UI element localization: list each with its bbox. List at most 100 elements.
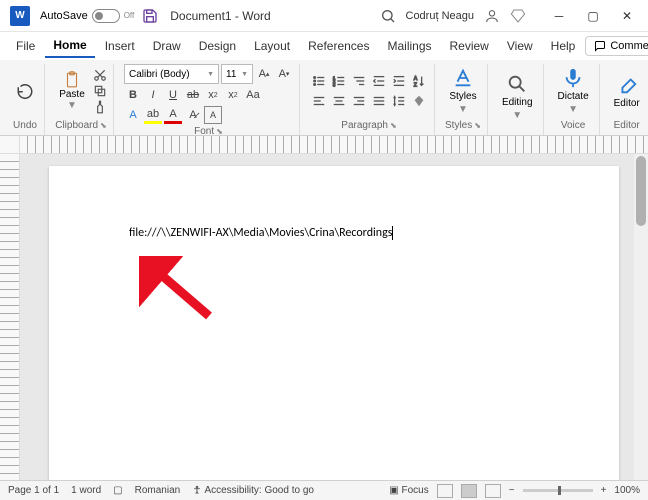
document-body-text[interactable]: file:///\\ZENWIFI-AX\Media\Movies\Crina\… <box>129 226 392 240</box>
chevron-down-icon: ▼ <box>568 104 578 115</box>
word-count[interactable]: 1 word <box>71 485 101 496</box>
scrollbar-thumb[interactable] <box>636 156 646 226</box>
status-bar: Page 1 of 1 1 word ▢ Romanian Accessibil… <box>0 480 648 500</box>
strikethrough-button[interactable]: ab <box>184 86 202 104</box>
font-size-select[interactable]: 11▼ <box>221 64 253 84</box>
decrease-indent-button[interactable] <box>370 72 388 90</box>
page-info[interactable]: Page 1 of 1 <box>8 485 59 496</box>
ribbon-group-editor: Editor Editor <box>604 64 648 135</box>
decrease-font-icon[interactable]: A▾ <box>275 65 293 83</box>
undo-button[interactable] <box>12 80 38 102</box>
align-left-button[interactable] <box>310 92 328 110</box>
text-effects-button[interactable]: A <box>124 106 142 124</box>
superscript-button[interactable]: x2 <box>224 86 242 104</box>
format-painter-icon[interactable] <box>93 100 107 114</box>
paste-button[interactable]: Paste ▼ <box>55 70 89 112</box>
language-status[interactable]: Romanian <box>135 485 181 496</box>
change-case-button[interactable]: Aa <box>244 86 262 104</box>
increase-font-icon[interactable]: A▴ <box>255 65 273 83</box>
autosave-toggle[interactable]: AutoSave Off <box>40 9 134 23</box>
svg-text:Z: Z <box>414 82 418 88</box>
print-layout-button[interactable] <box>461 484 477 498</box>
tab-help[interactable]: Help <box>543 35 584 57</box>
styles-icon <box>452 67 474 89</box>
search-icon[interactable] <box>380 8 396 24</box>
tab-home[interactable]: Home <box>45 34 94 58</box>
character-border-button[interactable]: A <box>204 106 222 124</box>
ribbon-group-undo: Undo <box>6 64 45 135</box>
vertical-ruler[interactable] <box>0 154 20 480</box>
minimize-button[interactable]: ─ <box>542 0 576 32</box>
chevron-down-icon: ▼ <box>512 110 522 121</box>
align-right-button[interactable] <box>350 92 368 110</box>
editing-button[interactable]: Editing ▼ <box>498 71 537 123</box>
underline-button[interactable]: U <box>164 86 182 104</box>
shading-button[interactable] <box>410 92 428 110</box>
close-button[interactable]: ✕ <box>610 0 644 32</box>
multilevel-list-button[interactable] <box>350 72 368 90</box>
numbering-button[interactable]: 123 <box>330 72 348 90</box>
tab-layout[interactable]: Layout <box>246 35 298 57</box>
tab-file[interactable]: File <box>8 35 43 57</box>
tab-draw[interactable]: Draw <box>145 35 189 57</box>
tab-insert[interactable]: Insert <box>97 35 143 57</box>
zoom-in-button[interactable]: + <box>601 485 607 496</box>
user-name[interactable]: Codruț Neagu <box>406 10 475 22</box>
tab-mailings[interactable]: Mailings <box>379 35 439 57</box>
justify-button[interactable] <box>370 92 388 110</box>
text-cursor <box>392 226 393 240</box>
highlight-button[interactable]: ab <box>144 106 162 124</box>
ribbon-group-voice: Dictate ▼ Voice <box>548 64 600 135</box>
zoom-level[interactable]: 100% <box>614 485 640 496</box>
font-name-select[interactable]: Calibri (Body)▼ <box>124 64 219 84</box>
spellcheck-icon[interactable]: ▢ <box>113 485 122 496</box>
document-title: Document1 - Word <box>170 9 270 23</box>
focus-mode-button[interactable]: ▣ Focus <box>389 485 428 496</box>
sort-button[interactable]: AZ <box>410 72 428 90</box>
chevron-down-icon: ▼ <box>241 71 248 78</box>
bullets-button[interactable] <box>310 72 328 90</box>
title-bar: W AutoSave Off Document1 - Word Codruț N… <box>0 0 648 32</box>
read-mode-button[interactable] <box>437 484 453 498</box>
dictate-label: Dictate <box>558 91 589 102</box>
cut-icon[interactable] <box>93 68 107 82</box>
bold-button[interactable]: B <box>124 86 142 104</box>
dictate-button[interactable]: Dictate ▼ <box>554 65 593 117</box>
line-spacing-button[interactable] <box>390 92 408 110</box>
dialog-launcher-icon[interactable]: ⬊ <box>100 121 107 130</box>
page-area[interactable]: file:///\\ZENWIFI-AX\Media\Movies\Crina\… <box>20 154 648 480</box>
ribbon: Undo Paste ▼ Clipboard⬊ Calibri (Body)▼ … <box>0 60 648 136</box>
horizontal-ruler[interactable] <box>0 136 648 154</box>
user-avatar-icon[interactable] <box>484 8 500 24</box>
comments-button[interactable]: Comments ▼ <box>585 36 648 56</box>
document-page[interactable]: file:///\\ZENWIFI-AX\Media\Movies\Crina\… <box>49 166 619 480</box>
maximize-button[interactable]: ▢ <box>576 0 610 32</box>
dialog-launcher-icon[interactable]: ⬊ <box>390 121 397 130</box>
styles-label: Styles <box>449 91 476 102</box>
styles-button[interactable]: Styles ▼ <box>445 65 480 117</box>
dialog-launcher-icon[interactable]: ⬊ <box>474 121 481 130</box>
align-center-button[interactable] <box>330 92 348 110</box>
ribbon-group-styles: Styles ▼ Styles ⬊ <box>439 64 488 135</box>
editor-button[interactable]: Editor <box>610 72 644 111</box>
dialog-launcher-icon[interactable]: ⬊ <box>216 127 223 136</box>
svg-text:A: A <box>414 76 418 82</box>
clear-formatting-button[interactable]: A̷ <box>184 106 202 124</box>
tab-view[interactable]: View <box>499 35 541 57</box>
accessibility-status[interactable]: Accessibility: Good to go <box>192 485 314 496</box>
zoom-out-button[interactable]: − <box>509 485 515 496</box>
font-color-button[interactable]: A <box>164 106 182 124</box>
vertical-scrollbar[interactable] <box>634 154 648 480</box>
diamond-icon[interactable] <box>510 8 526 24</box>
web-layout-button[interactable] <box>485 484 501 498</box>
toggle-switch-icon[interactable] <box>92 9 120 23</box>
italic-button[interactable]: I <box>144 86 162 104</box>
copy-icon[interactable] <box>93 84 107 98</box>
increase-indent-button[interactable] <box>390 72 408 90</box>
tab-review[interactable]: Review <box>442 35 497 57</box>
tab-references[interactable]: References <box>300 35 377 57</box>
zoom-slider[interactable] <box>523 489 593 492</box>
save-icon[interactable] <box>142 8 158 24</box>
tab-design[interactable]: Design <box>191 35 244 57</box>
subscript-button[interactable]: x2 <box>204 86 222 104</box>
